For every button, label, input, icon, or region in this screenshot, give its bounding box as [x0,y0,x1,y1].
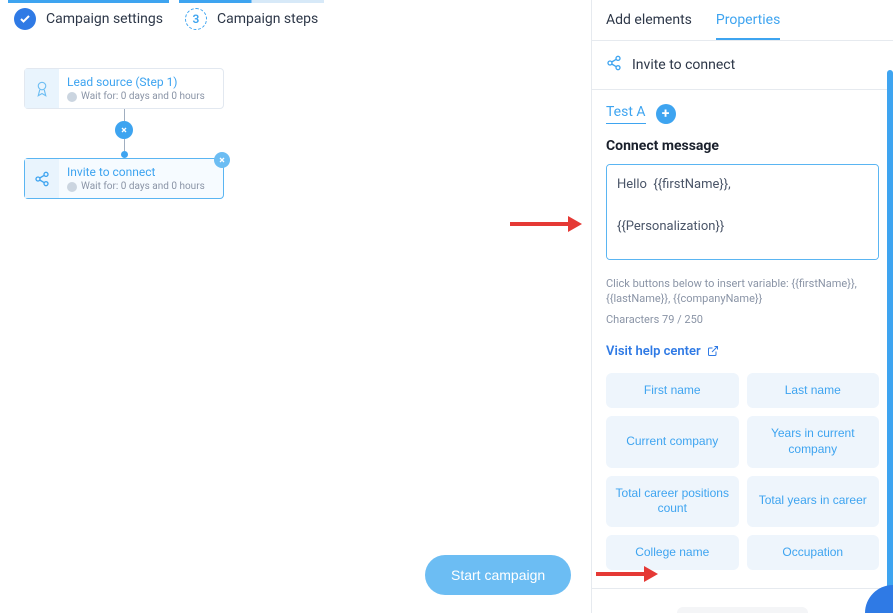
clock-icon [67,92,77,102]
step-number: 3 [185,8,207,30]
annotation-arrow [510,214,582,234]
node-invite-to-connect[interactable]: Invite to connect Wait for: 0 days and 0… [24,158,224,199]
node-title: Lead source (Step 1) [67,75,215,89]
chip-career-positions[interactable]: Total career positions count [606,476,739,527]
tab-add-elements[interactable]: Add elements [606,12,692,40]
connect-message-input[interactable] [606,164,879,260]
external-link-icon [707,345,719,357]
variable-chips: First name Last name Current company Yea… [606,373,879,571]
right-panel: Add elements Properties Invite to connec… [591,0,893,613]
connect-message-label: Connect message [606,138,879,154]
panel-header: Invite to connect [592,41,893,90]
chip-total-years-career[interactable]: Total years in career [747,476,880,527]
scrollbar[interactable] [887,70,893,613]
node-wait-text: Wait for: 0 days and 0 hours [81,181,205,192]
clock-icon [67,182,77,192]
delete-connector-icon[interactable] [115,121,133,139]
step-label: Campaign settings [46,11,163,27]
test-variant-a[interactable]: Test A [606,104,646,124]
node-wait-text: Wait for: 0 days and 0 hours [81,91,205,102]
add-variant-button[interactable]: + [656,104,676,124]
help-center-link[interactable]: Visit help center [606,344,719,359]
chip-last-name[interactable]: Last name [747,373,880,409]
delete-node-icon[interactable] [214,152,230,168]
step-progress-bar [179,0,324,3]
connector [24,109,224,158]
chip-occupation[interactable]: Occupation [747,535,880,571]
variable-hint: Click buttons below to insert variable: … [606,276,879,307]
panel-body: Test A + Connect message Click buttons b… [592,90,893,613]
character-count: Characters 79 / 250 [606,313,879,326]
share-icon [25,159,59,198]
share-icon [606,55,622,75]
check-icon [14,8,36,30]
help-link-text: Visit help center [606,344,701,359]
start-campaign-button[interactable]: Start campaign [425,555,571,595]
chip-years-in-company[interactable]: Years in current company [747,416,880,467]
panel-section-title: Invite to connect [632,57,735,73]
flow-canvas: Lead source (Step 1) Wait for: 0 days an… [0,38,580,229]
connector-dot [121,151,128,158]
panel-tabs: Add elements Properties [592,0,893,41]
node-lead-source[interactable]: Lead source (Step 1) Wait for: 0 days an… [24,68,224,109]
step-campaign-steps[interactable]: 3 Campaign steps [179,0,324,38]
step-campaign-settings[interactable]: Campaign settings [8,0,169,38]
chip-current-company[interactable]: Current company [606,416,739,467]
chip-first-name[interactable]: First name [606,373,739,409]
divider [592,588,893,589]
step-progress-bar [8,0,169,3]
step-label: Campaign steps [217,11,318,27]
badge-icon [25,69,59,108]
tab-properties[interactable]: Properties [716,12,780,40]
node-title: Invite to connect [67,165,215,179]
annotation-arrow [596,564,658,584]
chip-personalization[interactable]: Personalization [677,607,807,613]
